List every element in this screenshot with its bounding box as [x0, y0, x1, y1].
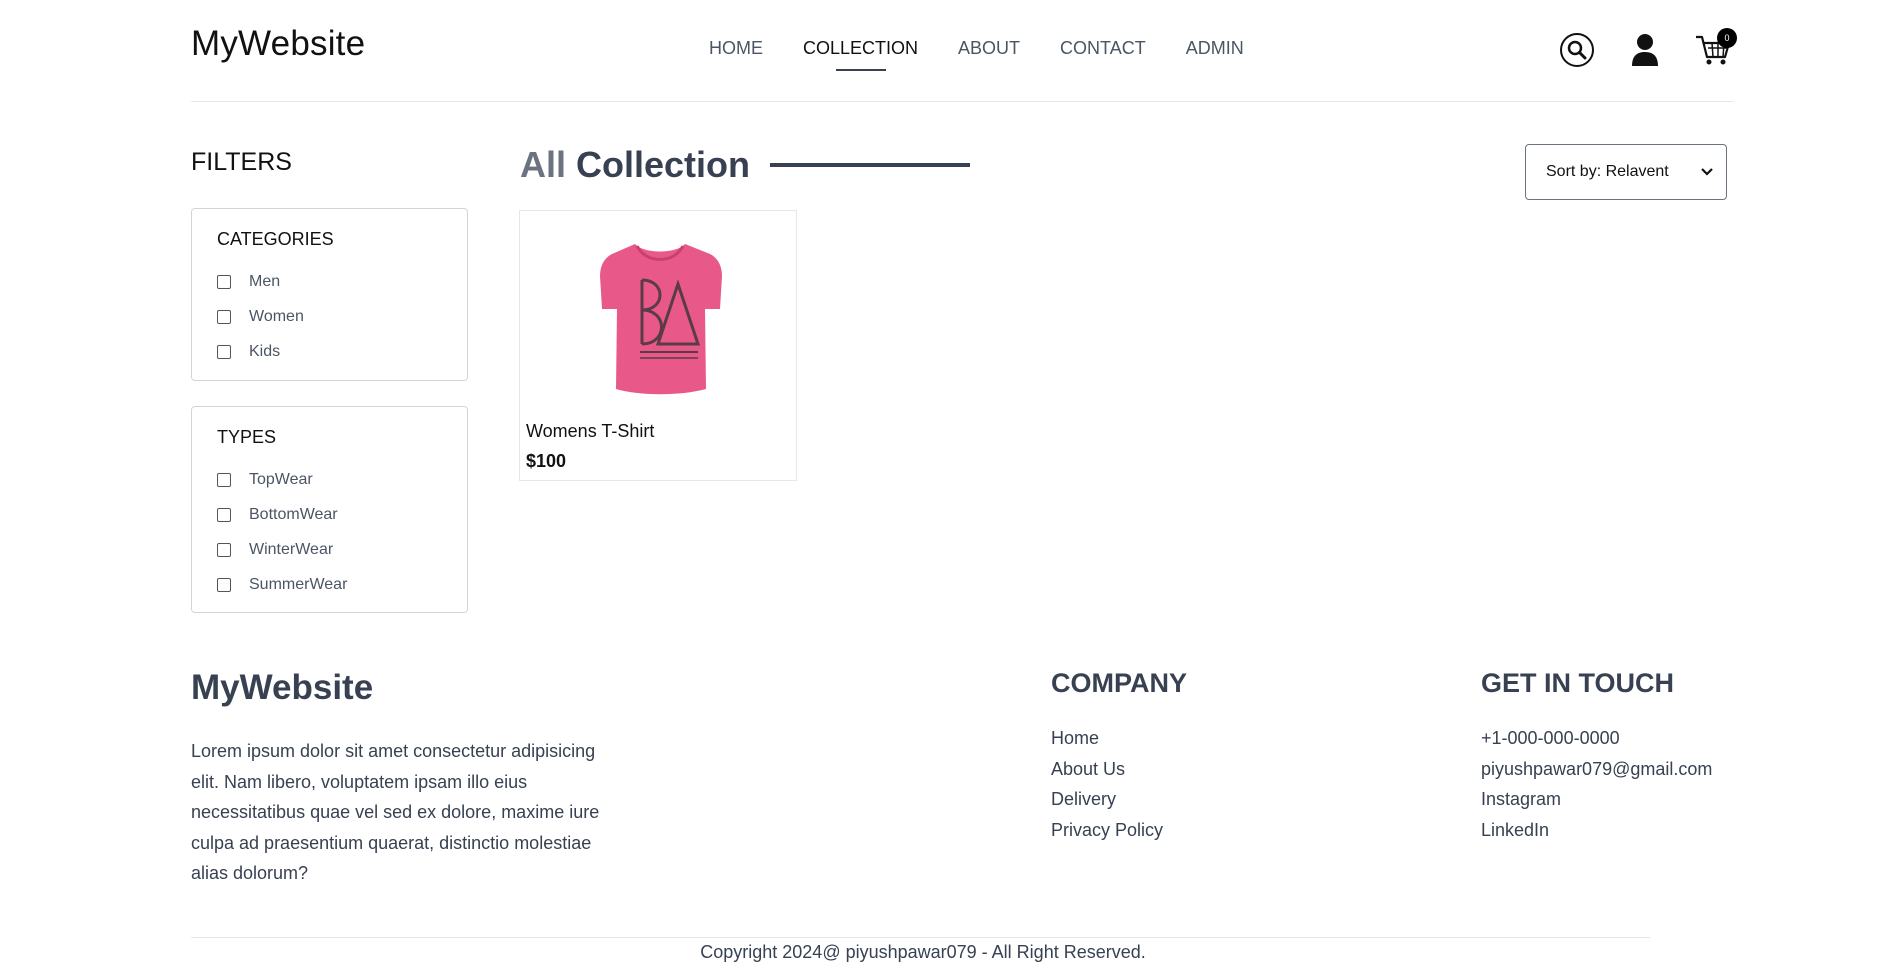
- footer-link-delivery[interactable]: Delivery: [1051, 784, 1187, 815]
- type-option-summerwear[interactable]: SummerWear: [217, 567, 442, 602]
- nav-admin[interactable]: ADMIN: [1186, 38, 1244, 59]
- product-image: [600, 244, 722, 395]
- categories-heading: CATEGORIES: [217, 229, 334, 249]
- checkbox[interactable]: [217, 507, 231, 522]
- title-underline: [770, 163, 971, 167]
- checkbox[interactable]: [217, 542, 231, 557]
- copyright-text: Copyright 2024@ piyushpawar079 - All Rig…: [700, 942, 1146, 962]
- option-label: Men: [249, 272, 281, 290]
- filters-title[interactable]: FILTERS: [191, 148, 292, 177]
- footer-link-privacy[interactable]: Privacy Policy: [1051, 815, 1187, 846]
- chevron-down-icon: [1701, 168, 1713, 176]
- categories-filter: CATEGORIES Men Women Kids: [191, 208, 468, 381]
- footer-company-heading: COMPANY: [1051, 668, 1188, 698]
- footer-link-about[interactable]: About Us: [1051, 754, 1187, 785]
- option-label: WinterWear: [249, 540, 334, 558]
- nav-contact[interactable]: CONTACT: [1060, 38, 1146, 59]
- header-icons: 0: [1557, 28, 1737, 70]
- option-label: Kids: [249, 342, 281, 360]
- cart-count-badge: 0: [1717, 28, 1737, 48]
- nav-home[interactable]: HOME: [709, 38, 763, 59]
- cart-button[interactable]: 0: [1693, 28, 1737, 70]
- footer-contact: GET IN TOUCH +1-000-000-0000 piyushpawar…: [1481, 668, 1712, 845]
- footer-logo: MyWebsite: [191, 668, 374, 707]
- footer-contact-heading: GET IN TOUCH: [1481, 668, 1675, 698]
- user-icon[interactable]: [1625, 30, 1665, 70]
- main-nav: HOME COLLECTION ABOUT CONTACT ADMIN: [709, 38, 1284, 59]
- footer-about-text: Lorem ipsum dolor sit amet consectetur a…: [191, 741, 600, 883]
- footer-divider: [191, 937, 1650, 938]
- checkbox[interactable]: [217, 577, 231, 592]
- product-name: Womens T-Shirt: [526, 421, 655, 441]
- collection-title: All Collection: [520, 144, 971, 186]
- option-label: Women: [249, 307, 304, 325]
- site-logo[interactable]: MyWebsite: [191, 24, 365, 64]
- type-option-winterwear[interactable]: WinterWear: [217, 532, 442, 567]
- search-icon[interactable]: [1557, 30, 1597, 70]
- site-header: MyWebsite HOME COLLECTION ABOUT CONTACT …: [191, 0, 1737, 102]
- footer-instagram[interactable]: Instagram: [1481, 784, 1712, 815]
- collection-title-prefix: All: [520, 144, 567, 185]
- option-label: SummerWear: [249, 575, 348, 593]
- nav-collection[interactable]: COLLECTION: [803, 38, 918, 59]
- sort-value: Sort by: Relavent: [1546, 163, 1669, 180]
- footer-linkedin[interactable]: LinkedIn: [1481, 815, 1712, 846]
- option-label: BottomWear: [249, 505, 338, 523]
- nav-about[interactable]: ABOUT: [958, 38, 1020, 59]
- footer-email: piyushpawar079@gmail.com: [1481, 758, 1713, 779]
- collection-title-main: Collection: [576, 144, 751, 185]
- checkbox[interactable]: [217, 344, 231, 359]
- option-label: TopWear: [249, 470, 313, 488]
- category-option-men[interactable]: Men: [217, 264, 442, 299]
- type-option-bottomwear[interactable]: BottomWear: [217, 497, 442, 532]
- product-card[interactable]: Womens T-Shirt $100: [519, 210, 797, 481]
- types-filter: TYPES TopWear BottomWear WinterWear Summ…: [191, 406, 468, 613]
- sort-select[interactable]: Sort by: Relavent: [1525, 144, 1727, 200]
- category-option-kids[interactable]: Kids: [217, 334, 442, 369]
- checkbox[interactable]: [217, 472, 231, 487]
- footer-phone: +1-000-000-0000: [1481, 728, 1620, 748]
- checkbox[interactable]: [217, 274, 231, 289]
- types-heading: TYPES: [217, 427, 277, 447]
- footer-company: COMPANY Home About Us Delivery Privacy P…: [1051, 668, 1187, 845]
- footer-link-home[interactable]: Home: [1051, 723, 1187, 754]
- product-price: $100: [526, 451, 567, 471]
- category-option-women[interactable]: Women: [217, 299, 442, 334]
- type-option-topwear[interactable]: TopWear: [217, 462, 442, 497]
- checkbox[interactable]: [217, 309, 231, 324]
